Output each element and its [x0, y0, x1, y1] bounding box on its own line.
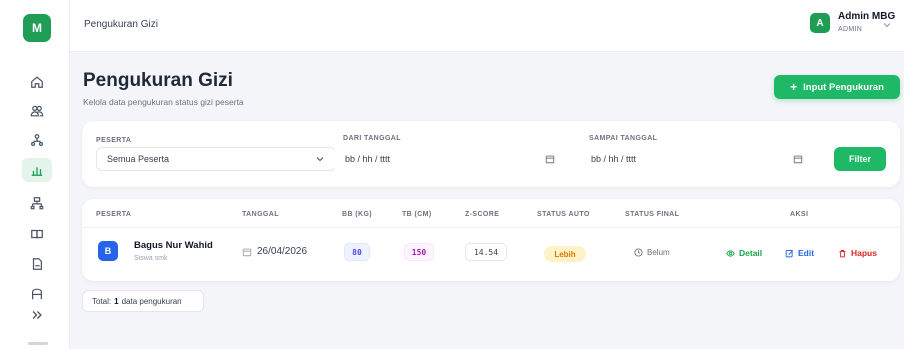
- page-subtitle: Kelola data pengukuran status gizi peser…: [83, 97, 244, 107]
- detail-label: Detail: [739, 248, 763, 258]
- edit-icon: [785, 249, 794, 257]
- hapus-label: Hapus: [851, 248, 877, 258]
- clock-icon: [634, 248, 643, 257]
- eye-icon: [726, 249, 735, 257]
- peserta-subtitle: Siswa smk: [134, 255, 168, 262]
- status-final-cell: Belum: [634, 248, 670, 257]
- status-final-value: Belum: [647, 248, 670, 257]
- user-role: ADMIN: [838, 26, 863, 33]
- users-icon[interactable]: [22, 99, 52, 123]
- calendar-icon: [242, 248, 252, 256]
- app-logo[interactable]: M: [23, 14, 51, 42]
- chart-icon[interactable]: [22, 158, 52, 182]
- home-icon[interactable]: [22, 70, 52, 94]
- detail-button[interactable]: Detail: [726, 248, 762, 258]
- column-header-status-final: STATUS FINAL: [625, 211, 680, 218]
- pengukuran-table: PESERTA TANGGAL BB (KG) TB (CM) Z-SCORE …: [82, 199, 900, 281]
- filter-button[interactable]: Filter: [834, 147, 886, 171]
- org-icon[interactable]: [22, 191, 52, 215]
- status-auto-badge: Lebih: [544, 246, 586, 262]
- peserta-select-value: Semua Peserta: [107, 154, 170, 164]
- peserta-select[interactable]: Semua Peserta: [96, 147, 336, 171]
- peserta-name: Bagus Nur Wahid: [134, 240, 213, 251]
- total-prefix: Total:: [92, 296, 112, 306]
- bb-value: 80: [344, 243, 370, 261]
- tanggal-cell: 26/04/2026: [242, 246, 307, 257]
- expand-icon[interactable]: [22, 303, 52, 327]
- total-count: 1: [114, 296, 119, 306]
- column-header-bb: BB (KG): [342, 211, 373, 218]
- total-suffix: data pengukuran: [121, 296, 182, 306]
- column-header-tb: TB (CM): [402, 211, 432, 218]
- plus-icon: +: [790, 80, 798, 94]
- dari-tanggal-value: bb / hh / tttt: [345, 154, 391, 164]
- filter-card: PESERTA Semua Peserta DARI TANGGAL bb / …: [82, 121, 900, 187]
- people-icon[interactable]: [22, 128, 52, 152]
- chevron-down-icon[interactable]: [882, 20, 892, 30]
- tb-value: 150: [404, 243, 434, 261]
- column-header-peserta: PESERTA: [96, 211, 132, 218]
- dari-tanggal-label: DARI TANGGAL: [343, 135, 401, 142]
- column-header-aksi: AKSI: [790, 211, 809, 218]
- sidebar-scroll-indicator: [28, 342, 48, 345]
- header-divider: [82, 227, 900, 228]
- sampai-tanggal-label: SAMPAI TANGGAL: [589, 135, 658, 142]
- user-avatar[interactable]: A: [810, 13, 830, 33]
- input-pengukuran-label: Input Pengukuran: [803, 81, 884, 93]
- calendar-icon[interactable]: [545, 154, 555, 164]
- trash-icon: [839, 249, 846, 257]
- tanggal-value: 26/04/2026: [257, 246, 308, 257]
- breadcrumb: Pengukuran Gizi: [84, 19, 158, 30]
- edit-label: Edit: [798, 248, 815, 258]
- total-count-chip: Total: 1 data pengukuran: [82, 290, 204, 312]
- sampai-tanggal-input[interactable]: bb / hh / tttt: [580, 147, 814, 171]
- peserta-avatar: B: [98, 241, 118, 261]
- peserta-label: PESERTA: [96, 137, 132, 144]
- sampai-tanggal-value: bb / hh / tttt: [591, 154, 637, 164]
- file-icon[interactable]: [22, 252, 52, 276]
- calendar-icon[interactable]: [793, 154, 803, 164]
- column-header-zscore: Z-SCORE: [465, 211, 500, 218]
- input-pengukuran-button[interactable]: + Input Pengukuran: [774, 75, 900, 99]
- chevron-down-icon: [316, 157, 324, 162]
- hapus-button[interactable]: Hapus: [838, 248, 877, 258]
- column-header-tanggal: TANGGAL: [242, 211, 279, 218]
- column-header-status-auto: STATUS AUTO: [537, 211, 590, 218]
- page-title: Pengukuran Gizi: [83, 70, 233, 91]
- sidebar: M: [0, 0, 70, 349]
- topbar: Pengukuran Gizi A Admin MBG ADMIN: [70, 0, 904, 52]
- edit-button[interactable]: Edit: [785, 248, 814, 258]
- dari-tanggal-input[interactable]: bb / hh / tttt: [334, 147, 566, 171]
- zscore-value: 14.54: [465, 243, 507, 261]
- book-icon[interactable]: [22, 222, 52, 246]
